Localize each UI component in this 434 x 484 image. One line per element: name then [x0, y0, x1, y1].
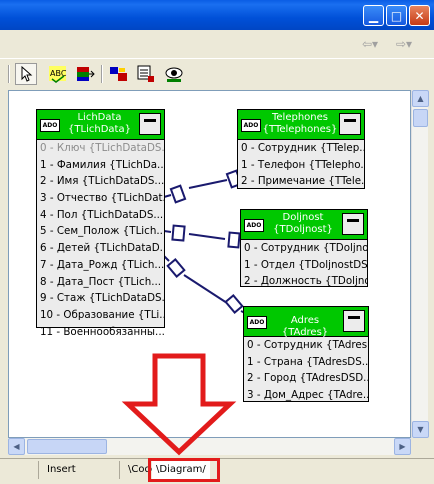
table-telephones[interactable]: ADO Telephones {TTelephones} 0 - Сотрудн… — [237, 109, 365, 189]
table-field[interactable]: 5 - Сем_Полож {TLich... — [37, 223, 164, 240]
pointer-icon[interactable] — [15, 63, 37, 85]
ado-table-icon: ADO — [241, 119, 261, 132]
table-header[interactable]: ADO Adres {TAdres} — [244, 307, 368, 338]
minimize-icon[interactable]: ▁ — [363, 5, 384, 26]
table-field[interactable]: 2 - Должность {TDoljno... — [241, 273, 367, 290]
ado-table-icon: ADO — [40, 119, 60, 132]
editor-mode-indicator: Insert — [38, 461, 120, 479]
vertical-scroll-thumb[interactable] — [413, 109, 428, 127]
view-icon[interactable] — [163, 63, 185, 85]
window-titlebar: ▁ □ ✕ — [0, 0, 434, 30]
table-title: Doljnost {TDoljnost} — [273, 212, 333, 235]
table-field[interactable]: 11 - Военнообязанны... — [37, 324, 164, 341]
table-field[interactable]: 9 - Стаж {TLichDataDS... — [37, 290, 164, 307]
table-field[interactable]: 0 - Сотрудник {TTelep... — [238, 140, 364, 157]
link-doljnost — [163, 224, 247, 249]
table-header[interactable]: ADO LichData {TLichData} — [37, 110, 164, 140]
spell-check-icon[interactable]: ABC — [47, 63, 69, 85]
table-field[interactable]: 0 - Сотрудник {TDoljno... — [241, 240, 367, 257]
table-field[interactable]: 1 - Отдел {TDoljnostDS... — [241, 257, 367, 274]
toolbar-separator — [101, 65, 103, 83]
table-field[interactable]: 8 - Дата_Пост {TLich... — [37, 274, 164, 291]
table-color-icon[interactable] — [74, 63, 96, 85]
horizontal-scroll-thumb[interactable] — [27, 439, 107, 454]
table-doljnost[interactable]: ADO Doljnost {TDoljnost} 0 - Сотрудник {… — [240, 209, 368, 287]
table-lichdata[interactable]: ADO LichData {TLichData} 0 - Ключ {TLich… — [36, 109, 165, 338]
vertical-scrollbar[interactable]: ▲ ▼ — [411, 90, 429, 438]
layout-icon[interactable] — [135, 63, 157, 85]
ado-table-icon: ADO — [247, 316, 267, 329]
table-header[interactable]: ADO Doljnost {TDoljnost} — [241, 210, 367, 240]
link-tool-icon[interactable] — [108, 63, 130, 85]
table-field[interactable]: 0 - Сотрудник {TAdres... — [244, 337, 368, 354]
table-field[interactable]: 0 - Ключ {TLichDataDS... — [37, 140, 164, 157]
table-title: Telephones {TTelephones} — [262, 112, 338, 135]
link-adres — [163, 255, 250, 316]
table-field[interactable]: 2 - Примечание {TTele... — [238, 173, 364, 190]
annotation-arrow-icon — [121, 353, 237, 456]
collapse-table-button[interactable] — [343, 310, 365, 332]
collapse-table-button[interactable] — [139, 113, 161, 135]
annotation-highlight-box — [148, 458, 220, 482]
back-arrow-icon[interactable]: ⇦▾ — [362, 37, 378, 51]
table-title: Adres {TAdres} — [281, 315, 329, 338]
table-field[interactable]: 1 - Фамилия {TLichDa... — [37, 157, 164, 174]
table-field[interactable]: 6 - Детей {TLichDataD... — [37, 240, 164, 257]
table-header[interactable]: ADO Telephones {TTelephones} — [238, 110, 364, 140]
table-adres[interactable]: ADO Adres {TAdres} 0 - Сотрудник {TAdres… — [243, 306, 369, 402]
navigation-bar: ⇦▾ ⇨▾ — [0, 30, 434, 58]
ado-table-icon: ADO — [244, 219, 264, 232]
link-telephones — [163, 169, 246, 204]
table-field[interactable]: 2 - Имя {TLichDataDS... — [37, 173, 164, 190]
table-field[interactable]: 10 - Образование {TLi... — [37, 307, 164, 324]
table-field[interactable]: 3 - Отчество {TLichDat... — [37, 190, 164, 207]
maximize-icon[interactable]: □ — [386, 5, 407, 26]
scroll-down-icon[interactable]: ▼ — [412, 421, 429, 438]
table-field[interactable]: 1 - Страна {TAdresDS... — [244, 354, 368, 371]
table-field[interactable]: 4 - Пол {TLichDataDS... — [37, 207, 164, 224]
collapse-table-button[interactable] — [342, 213, 364, 235]
scroll-right-icon[interactable]: ▶ — [394, 438, 411, 455]
collapse-table-button[interactable] — [339, 113, 361, 135]
table-field[interactable]: 7 - Дата_Рожд {TLich... — [37, 257, 164, 274]
scroll-up-icon[interactable]: ▲ — [412, 90, 429, 107]
table-field[interactable]: 2 - Город {TAdresDSD... — [244, 370, 368, 387]
table-title: LichData {TLichData} — [68, 112, 131, 135]
close-icon[interactable]: ✕ — [409, 5, 430, 26]
diagram-toolbar: ABC — [0, 58, 434, 88]
toolbar-separator — [8, 65, 10, 83]
table-field[interactable]: 3 - Дом_Адрес {TAdre... — [244, 387, 368, 404]
table-field[interactable]: 1 - Телефон {TTelepho... — [238, 157, 364, 174]
scroll-left-icon[interactable]: ◀ — [8, 438, 25, 455]
forward-arrow-icon[interactable]: ⇨▾ — [396, 37, 412, 51]
